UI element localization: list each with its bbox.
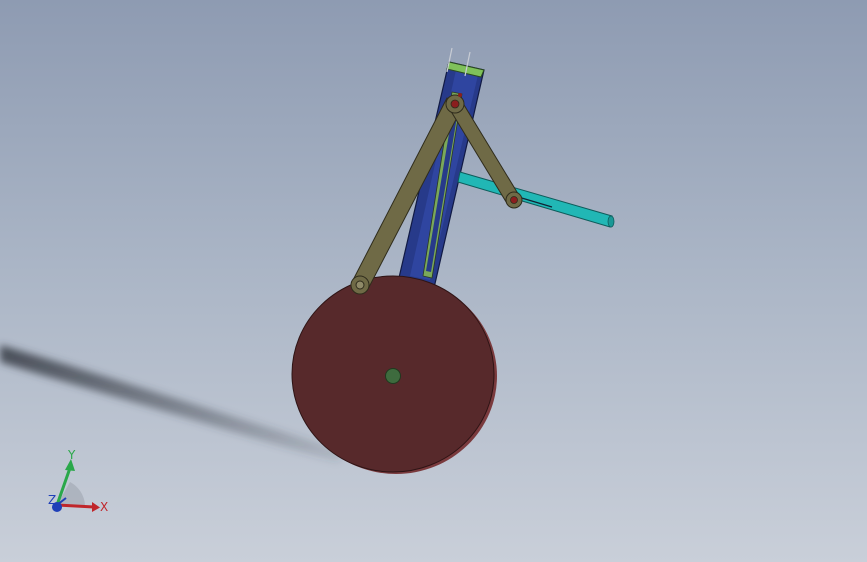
mechanism-model[interactable]: X Y Z	[0, 0, 867, 562]
cyan-rod[interactable]	[457, 171, 615, 228]
x-axis-label: X	[100, 500, 108, 514]
reference-triad[interactable]: X Y Z	[48, 448, 108, 514]
z-axis-label: Z	[48, 493, 56, 507]
y-axis-label: Y	[67, 448, 76, 462]
x-axis-arrow	[92, 502, 100, 512]
cad-graphics-viewport[interactable]: X Y Z	[0, 0, 867, 562]
crank-disk[interactable]	[291, 275, 497, 474]
disk-hub[interactable]	[385, 368, 401, 384]
